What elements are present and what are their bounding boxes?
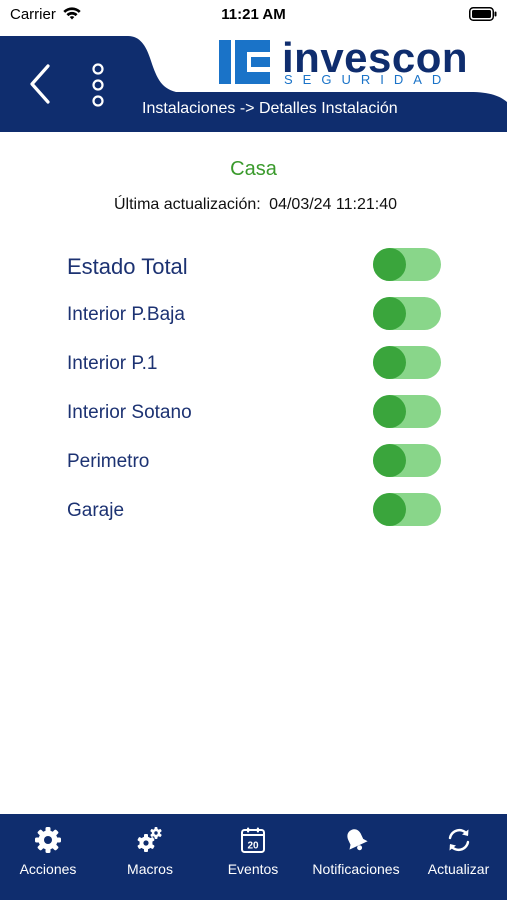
tab-actualizar[interactable]: Actualizar <box>410 814 507 900</box>
bottom-tab-bar: Acciones Macros 20 Eventos Notificacione… <box>0 814 507 900</box>
calendar-icon: 20 <box>241 827 265 853</box>
gears-icon <box>137 827 162 852</box>
zone-label: Garaje <box>67 500 125 521</box>
toggle-knob <box>373 395 406 428</box>
zone-label: Perimetro <box>67 451 150 472</box>
tab-label: Acciones <box>19 861 77 877</box>
battery-icon <box>469 7 497 21</box>
status-bar: Carrier 11:21 AM <box>0 0 507 30</box>
zone-toggle-perimetro[interactable] <box>373 444 441 477</box>
zone-toggle-interior-sotano[interactable] <box>373 395 441 428</box>
refresh-icon <box>448 828 469 852</box>
clock: 11:21 AM <box>221 6 286 23</box>
zone-row-interior-p-baja: Interior P.Baja <box>0 293 507 342</box>
zone-row-garaje: Garaje <box>0 489 507 538</box>
invescon-logo: invescon SEGURIDAD <box>216 34 476 92</box>
toggle-knob <box>373 444 406 477</box>
zone-toggle-garaje[interactable] <box>373 493 441 526</box>
zone-row-estado-total: Estado Total <box>0 244 507 293</box>
app-header: invescon SEGURIDAD Instalaciones -> Deta… <box>0 34 507 132</box>
tab-macros[interactable]: Macros <box>102 814 198 900</box>
zone-toggle-interior-p-baja[interactable] <box>373 297 441 330</box>
gear-icon <box>35 827 61 853</box>
zone-toggle-estado-total[interactable] <box>373 248 441 281</box>
zone-row-interior-sotano: Interior Sotano <box>0 391 507 440</box>
calendar-day: 20 <box>247 841 259 852</box>
tab-eventos[interactable]: 20 Eventos <box>204 814 302 900</box>
zone-label: Interior Sotano <box>67 402 192 423</box>
zone-row-perimetro: Perimetro <box>0 440 507 489</box>
zone-toggle-interior-p1[interactable] <box>373 346 441 379</box>
zone-list: Estado Total Interior P.Baja Interior P.… <box>0 244 507 538</box>
back-button[interactable] <box>24 62 56 106</box>
toggle-knob <box>373 248 406 281</box>
last-update-value: 04/03/24 11:21:40 <box>269 196 397 213</box>
tab-label: Notificaciones <box>312 861 400 877</box>
tab-acciones[interactable]: Acciones <box>0 814 96 900</box>
zone-label: Interior P.1 <box>67 353 158 374</box>
zone-row-interior-p1: Interior P.1 <box>0 342 507 391</box>
toggle-knob <box>373 346 406 379</box>
last-update: Última actualización: 04/03/24 11:21:40 <box>0 196 507 214</box>
more-options-icon[interactable] <box>86 62 110 108</box>
installation-name: Casa <box>230 158 277 180</box>
tab-notificaciones[interactable]: Notificaciones <box>304 814 408 900</box>
tab-label: Macros <box>127 861 173 877</box>
tab-label: Eventos <box>227 861 279 877</box>
tab-label: Actualizar <box>427 861 490 877</box>
toggle-knob <box>373 493 406 526</box>
bell-icon <box>347 829 368 851</box>
zone-label: Interior P.Baja <box>67 304 185 325</box>
logo-subtext: SEGURIDAD <box>284 72 452 87</box>
zone-label: Estado Total <box>67 254 188 279</box>
toggle-knob <box>373 297 406 330</box>
breadcrumb: Instalaciones -> Detalles Instalación <box>142 100 398 117</box>
last-update-label: Última actualización: <box>113 196 261 213</box>
